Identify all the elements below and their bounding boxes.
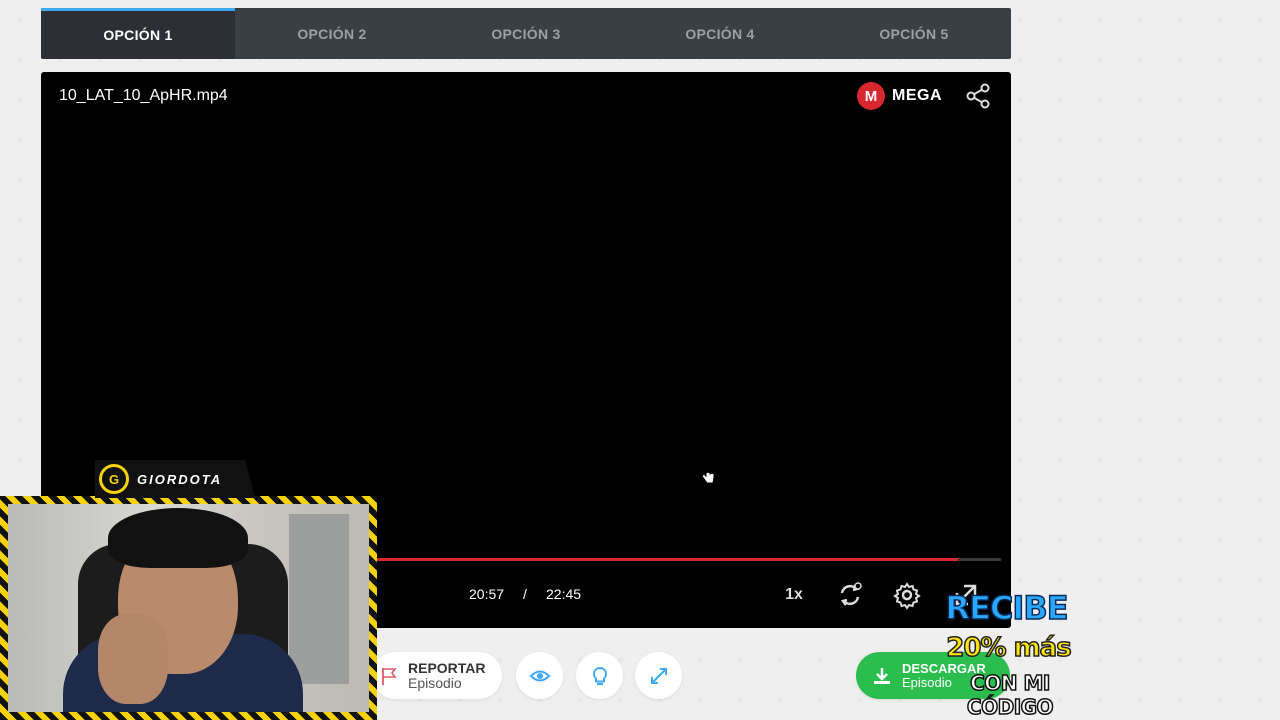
lightbulb-button[interactable] — [576, 652, 623, 699]
report-title: REPORTAR — [408, 659, 486, 676]
eye-icon — [529, 670, 550, 681]
webcam-feed — [8, 504, 369, 712]
server-tabs: OPCIÓN 1 OPCIÓN 2 OPCIÓN 3 OPCIÓN 4 OPCI… — [41, 8, 1011, 59]
tab-option-5[interactable]: OPCIÓN 5 — [817, 8, 1011, 59]
mouse-pointer-icon — [701, 467, 715, 484]
tab-option-2[interactable]: OPCIÓN 2 — [235, 8, 429, 59]
mega-logo-text: MEGA — [892, 87, 942, 104]
tab-option-1[interactable]: OPCIÓN 1 — [41, 8, 235, 59]
mega-logo[interactable]: M MEGA — [857, 82, 942, 110]
promo-line-2: 20% más — [946, 632, 1073, 664]
progress-fill — [371, 558, 959, 561]
playback-speed-button[interactable]: 1x — [779, 580, 809, 610]
tab-option-3[interactable]: OPCIÓN 3 — [429, 8, 623, 59]
lightbulb-icon — [592, 666, 607, 685]
streamer-name: GIORDOTA — [137, 471, 223, 487]
webcam-overlay — [0, 496, 377, 720]
loop-icon[interactable] — [835, 580, 865, 610]
eye-button[interactable] — [516, 652, 563, 699]
streamer-name-plate: G GIORDOTA — [95, 460, 255, 498]
share-icon[interactable] — [965, 83, 991, 109]
expand-button[interactable] — [635, 652, 682, 699]
duration: 22:45 — [546, 586, 582, 602]
gear-icon[interactable] — [892, 580, 922, 610]
flag-icon — [382, 667, 397, 685]
progress-bar[interactable] — [371, 558, 1001, 561]
download-icon — [874, 667, 890, 684]
promo-line-1: RECIBE — [945, 588, 1070, 628]
report-subtitle: Episodio — [408, 674, 462, 691]
current-time: 20:57 — [469, 586, 505, 602]
streamer-logo-icon: G — [99, 464, 129, 494]
report-episode-button[interactable]: REPORTAR Episodio — [372, 652, 502, 699]
tab-option-4[interactable]: OPCIÓN 4 — [623, 8, 817, 59]
promo-line-3: CON MI CÓDIGO — [966, 670, 1054, 720]
expand-icon — [650, 667, 667, 684]
video-file-name: 10_LAT_10_ApHR.mp4 — [59, 87, 228, 104]
mega-logo-icon: M — [857, 82, 885, 110]
time-separator: / — [523, 586, 527, 602]
